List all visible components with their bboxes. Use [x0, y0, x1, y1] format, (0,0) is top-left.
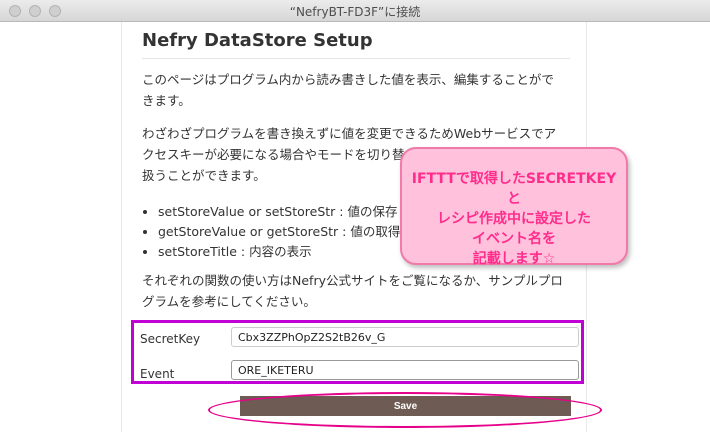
usage-line-1: それぞれの関数の使い方はNefry公式サイトをご覧になるか、サンプルプロ	[142, 273, 563, 288]
intro-line-1: このページはプログラム内から読み書きした値を表示、編集することがで	[142, 72, 554, 87]
callout-line-3: イベント名を	[472, 231, 556, 247]
list-item: setStoreTitle : 内容の表示	[158, 242, 400, 262]
list-item: getStoreValue or getStoreStr : 値の取得	[158, 222, 400, 242]
window-title: “NefryBT-FD3F”に接続	[289, 5, 421, 19]
description-line-1: わざわざプログラムを書き換えずに値を変更できるためWebサービスでア	[142, 126, 557, 141]
list-item: setStoreValue or setStoreStr : 値の保存	[158, 202, 400, 222]
callout-text: IFTTTで取得したSECRETKEYと レシピ作成中に設定した イベント名を …	[402, 169, 626, 269]
callout-line-1: IFTTTで取得したSECRETKEYと	[411, 171, 617, 207]
form-highlight-box	[131, 320, 584, 384]
save-highlight-ellipse	[208, 392, 602, 428]
intro-line-2: きます。	[142, 93, 191, 108]
page-title: Nefry DataStore Setup	[142, 30, 373, 51]
callout-line-4: 記載します☆	[472, 251, 556, 267]
usage-line-2: グラムを参考にしてください。	[142, 294, 316, 309]
heading-divider	[142, 58, 570, 59]
window-titlebar: “NefryBT-FD3F”に接続	[0, 0, 710, 22]
annotation-callout: IFTTTで取得したSECRETKEYと レシピ作成中に設定した イベント名を …	[400, 147, 628, 267]
intro-paragraph: このページはプログラム内から読み書きした値を表示、編集することがで きます。	[142, 69, 572, 111]
function-list: setStoreValue or setStoreStr : 値の保存 getS…	[142, 202, 400, 262]
callout-line-2: レシピ作成中に設定した	[437, 211, 591, 227]
usage-paragraph: それぞれの関数の使い方はNefry公式サイトをご覧になるか、サンプルプロ グラム…	[142, 270, 572, 312]
